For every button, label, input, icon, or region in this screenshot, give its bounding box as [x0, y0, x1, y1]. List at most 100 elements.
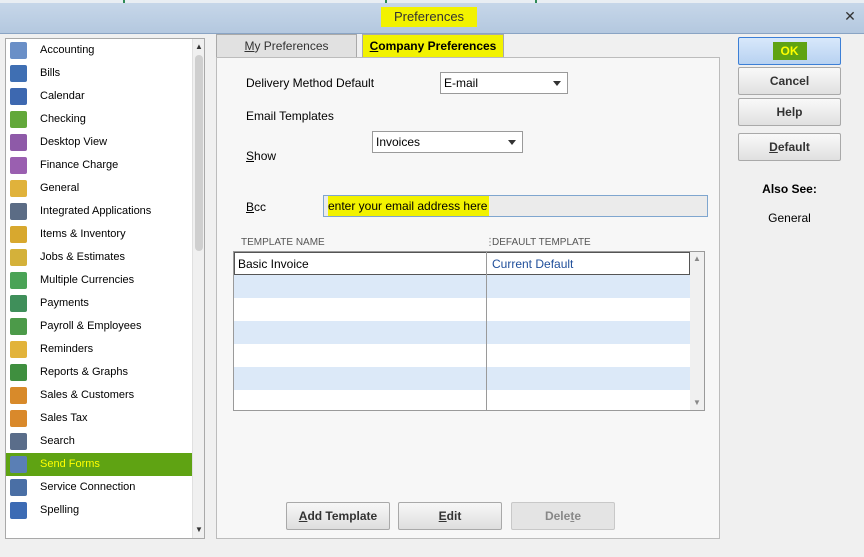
sidebar-item-items-inventory[interactable]: Items & Inventory	[6, 223, 192, 246]
sidebar-item-jobs-estimates[interactable]: Jobs & Estimates	[6, 246, 192, 269]
sidebar-item-finance-charge[interactable]: Finance Charge	[6, 154, 192, 177]
delivery-method-label: Delivery Method Default	[246, 76, 375, 90]
accounting-icon	[10, 42, 27, 59]
sidebar-item-reports-graphs[interactable]: Reports & Graphs	[6, 361, 192, 384]
tab-company-preferences[interactable]: Company Preferences	[362, 34, 504, 57]
add-template-label: dd Template	[307, 509, 378, 523]
table-row[interactable]	[234, 321, 690, 344]
finance-charge-icon	[10, 157, 27, 174]
sidebar-item-payments[interactable]: Payments	[6, 292, 192, 315]
sidebar-item-send-forms[interactable]: Send Forms	[6, 453, 192, 476]
sidebar-item-desktop-view[interactable]: Desktop View	[6, 131, 192, 154]
table-row[interactable]	[234, 367, 690, 390]
table-row[interactable]	[234, 298, 690, 321]
help-button[interactable]: Help	[738, 98, 841, 126]
template-name-cell: Basic Invoice	[238, 257, 309, 271]
sidebar-item-checking[interactable]: Checking	[6, 108, 192, 131]
show-label-text: how	[254, 149, 277, 163]
scroll-down-icon[interactable]: ▼	[690, 397, 704, 409]
ok-button[interactable]: OK	[738, 37, 841, 65]
table-row[interactable]	[234, 390, 690, 413]
default-label: efault	[777, 140, 810, 154]
company-preferences-panel: Delivery Method Default E-mail Email Tem…	[216, 57, 720, 539]
top-strip	[0, 0, 864, 3]
strip-marker	[385, 0, 387, 3]
sidebar-item-multiple-currencies[interactable]: Multiple Currencies	[6, 269, 192, 292]
sidebar-item-label: General	[40, 182, 80, 194]
bcc-input[interactable]: enter your email address here	[323, 195, 708, 217]
show-value: Invoices	[376, 135, 421, 149]
service-connection-icon	[10, 479, 27, 496]
bcc-value: enter your email address here	[328, 196, 490, 216]
sidebar-item-label: Integrated Applications	[40, 205, 152, 217]
strip-marker	[123, 0, 125, 3]
column-divider	[486, 252, 487, 410]
bcc-mnemonic: B	[246, 200, 255, 214]
multiple-currencies-icon	[10, 272, 27, 289]
sidebar-item-label: Sales Tax	[40, 412, 88, 424]
tab-my-label: y Preferences	[254, 39, 329, 53]
table-row[interactable]	[234, 344, 690, 367]
email-templates-label: Email Templates	[246, 109, 334, 123]
default-button[interactable]: Default	[738, 133, 841, 161]
sidebar-item-search[interactable]: Search	[6, 430, 192, 453]
sidebar-item-spelling[interactable]: Spelling	[6, 499, 192, 522]
sidebar-item-label: Payroll & Employees	[40, 320, 142, 332]
sidebar-item-reminders[interactable]: Reminders	[6, 338, 192, 361]
sidebar-item-label: Service Connection	[40, 481, 136, 493]
sidebar-item-label: Finance Charge	[40, 159, 119, 171]
category-list: Accounting Bills Calendar Checking Desktop V…	[6, 39, 192, 538]
cancel-button[interactable]: Cancel	[738, 67, 841, 95]
send-forms-icon	[10, 456, 27, 473]
column-template-name[interactable]: TEMPLATE NAME	[241, 237, 325, 248]
tab-my-preferences[interactable]: My Preferences	[216, 34, 357, 57]
scroll-thumb[interactable]	[195, 55, 203, 251]
integrated-applications-icon	[10, 203, 27, 220]
sidebar-item-label: Desktop View	[40, 136, 108, 148]
spelling-icon	[10, 502, 27, 519]
edit-button[interactable]: Edit	[398, 502, 502, 530]
show-mnemonic: S	[246, 149, 255, 163]
sidebar-item-sales-customers[interactable]: Sales & Customers	[6, 384, 192, 407]
sidebar-item-sales-tax[interactable]: Sales Tax	[6, 407, 192, 430]
reminders-icon	[10, 341, 27, 358]
delete-button[interactable]: Delete	[511, 502, 615, 530]
scroll-down-icon[interactable]: ▼	[193, 524, 205, 536]
delivery-method-select[interactable]: E-mail	[440, 72, 568, 94]
reports-graphs-icon	[10, 364, 27, 381]
tab-company-label: ompany Preferences	[378, 39, 497, 53]
sidebar-item-service-connection[interactable]: Service Connection	[6, 476, 192, 499]
category-list-panel: Accounting Bills Calendar Checking Desktop V…	[5, 38, 205, 539]
sidebar-item-accounting[interactable]: Accounting	[6, 39, 192, 62]
scroll-up-icon[interactable]: ▲	[193, 41, 205, 53]
table-scrollbar[interactable]: ▲ ▼	[690, 252, 704, 410]
sidebar-item-bills[interactable]: Bills	[6, 62, 192, 85]
sidebar-item-calendar[interactable]: Calendar	[6, 85, 192, 108]
table-row[interactable]	[234, 275, 690, 298]
items-inventory-icon	[10, 226, 27, 243]
sidebar-item-general[interactable]: General	[6, 177, 192, 200]
bcc-label: Bcc	[246, 200, 266, 214]
show-select[interactable]: Invoices	[372, 131, 523, 153]
strip-marker	[535, 0, 537, 3]
column-default-template[interactable]: DEFAULT TEMPLATE	[492, 237, 591, 248]
sidebar-item-integrated-applications[interactable]: Integrated Applications	[6, 200, 192, 223]
chevron-down-icon	[553, 81, 561, 86]
search-icon	[10, 433, 27, 450]
scroll-up-icon[interactable]: ▲	[690, 253, 704, 265]
bills-icon	[10, 65, 27, 82]
sidebar-item-label: Search	[40, 435, 75, 447]
sidebar-item-payroll-employees[interactable]: Payroll & Employees	[6, 315, 192, 338]
cancel-label: Cancel	[769, 74, 810, 88]
sales-customers-icon	[10, 387, 27, 404]
sidebar-item-label: Send Forms	[40, 458, 100, 470]
show-label: Show	[246, 149, 276, 163]
jobs-estimates-icon	[10, 249, 27, 266]
edit-label: dit	[446, 509, 462, 523]
calendar-icon	[10, 88, 27, 105]
table-row[interactable]: Basic Invoice Current Default	[234, 252, 690, 275]
add-template-button[interactable]: Add Template	[286, 502, 390, 530]
category-scrollbar[interactable]: ▲ ▼	[192, 39, 204, 538]
also-see-general-link[interactable]: General	[738, 211, 841, 225]
close-icon[interactable]: ✕	[842, 8, 858, 24]
